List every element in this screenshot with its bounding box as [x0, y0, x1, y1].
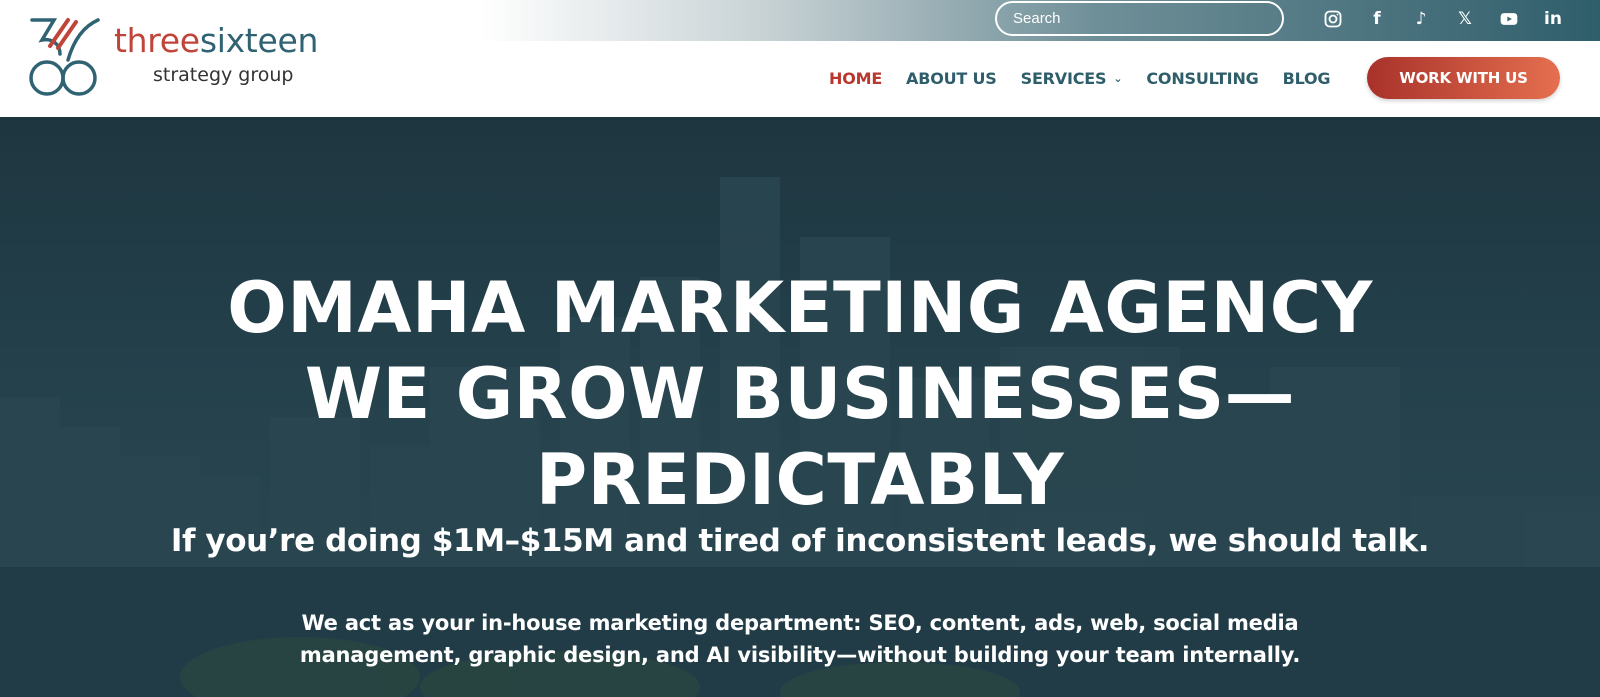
search-input[interactable] — [995, 1, 1284, 36]
logo-wordmark: threesixteen — [114, 24, 318, 57]
hero-title: OMAHA MARKETING AGENCY WE GROW BUSINESSE… — [0, 265, 1600, 523]
nav-services[interactable]: SERVICES ⌄ — [1021, 69, 1123, 88]
nav-services-label: SERVICES — [1020, 68, 1107, 88]
linkedin-icon[interactable]: in — [1540, 6, 1566, 32]
social-links: f ♪ 𝕏 in — [1320, 6, 1566, 32]
hero-title-line-1: OMAHA MARKETING AGENCY — [227, 267, 1373, 349]
logo-subline: strategy group — [153, 64, 294, 86]
work-with-us-button[interactable]: WORK WITH US — [1367, 57, 1560, 99]
nav-blog-label: BLOG — [1282, 68, 1331, 88]
nav-about-us-label: ABOUT US — [906, 68, 997, 88]
hero-title-line-3: PREDICTABLY — [535, 439, 1065, 521]
chevron-down-icon: ⌄ — [1113, 71, 1123, 85]
nav-consulting[interactable]: CONSULTING — [1146, 69, 1258, 88]
main-nav: HOME ABOUT US SERVICES ⌄ CONSULTING BLOG — [829, 57, 1354, 99]
instagram-icon[interactable] — [1320, 6, 1346, 32]
site-logo[interactable]: threesixteen strategy group — [28, 16, 348, 102]
logo-mark-icon — [29, 18, 100, 96]
nav-home-label: HOME — [829, 68, 883, 88]
hero-title-line-2: WE GROW BUSINESSES— — [304, 353, 1296, 435]
nav-home[interactable]: HOME — [829, 69, 882, 88]
youtube-icon[interactable] — [1496, 6, 1522, 32]
hero-body-text: We act as your in-house marketing depart… — [299, 611, 1301, 667]
x-icon[interactable]: 𝕏 — [1452, 6, 1478, 32]
hero-section: OMAHA MARKETING AGENCY WE GROW BUSINESSE… — [0, 117, 1600, 697]
logo-word-sixteen: sixteen — [199, 21, 319, 60]
tiktok-icon[interactable]: ♪ — [1408, 6, 1434, 32]
site-header: f ♪ 𝕏 in threesixteen strategy group HOM… — [0, 0, 1600, 117]
nav-consulting-label: CONSULTING — [1146, 68, 1259, 88]
hero-subtitle: If you’re doing $1M–$15M and tired of in… — [170, 523, 1430, 559]
nav-blog[interactable]: BLOG — [1283, 69, 1331, 88]
nav-about-us[interactable]: ABOUT US — [906, 69, 997, 88]
logo-word-three: three — [114, 21, 200, 60]
facebook-icon[interactable]: f — [1364, 6, 1390, 32]
